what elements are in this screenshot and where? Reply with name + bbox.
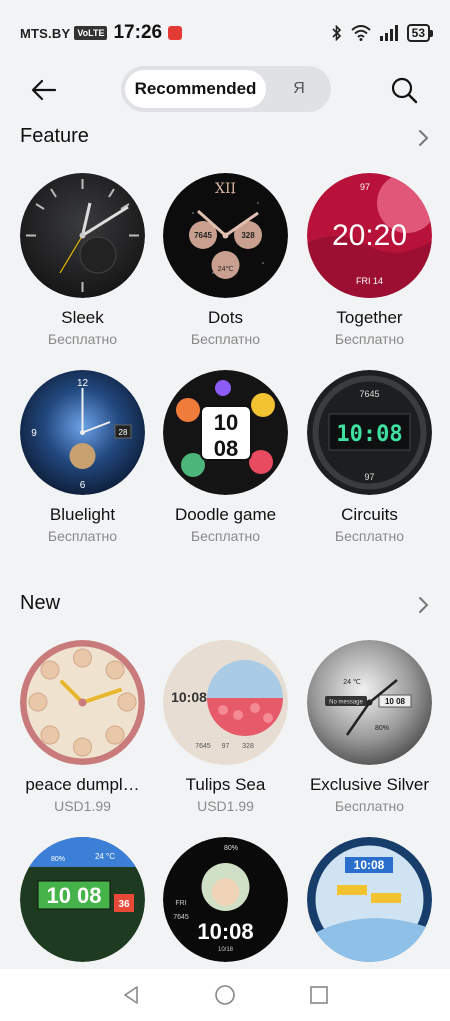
row4b-time: 10:08 (197, 919, 253, 944)
watchface-preview (20, 173, 145, 298)
section-title-new: New (20, 592, 61, 614)
volte-badge: VoLTE (74, 26, 108, 40)
watchface-preview: 10 08 (163, 370, 288, 495)
watchface-name: Sleek (61, 308, 104, 327)
watchface-name: Together (336, 308, 403, 327)
tulips-heart-rate: 97 (222, 743, 230, 750)
svg-text:9: 9 (31, 428, 37, 439)
watchface-card-row4-travel[interactable]: 10:08 (307, 837, 432, 962)
watchface-card-dots[interactable]: XII 7645 328 24℃ Dots Бесплатно (163, 173, 288, 347)
watchface-name: Exclusive Silver (309, 775, 430, 794)
watchface-preview: 80% FRI 7645 10:08 10/18 (163, 837, 288, 962)
doodle-hour: 10 (214, 410, 238, 435)
row4a-time: 10 08 (46, 883, 101, 908)
watchface-card-row4-cat[interactable]: 80% FRI 7645 10:08 10/18 (163, 837, 288, 962)
watchface-preview: XII 7645 328 24℃ (163, 173, 288, 298)
tulips-time: 10:08 (171, 689, 207, 705)
row4a-temp: 24 °C (95, 852, 115, 861)
row4c-time: 10:08 (354, 858, 385, 872)
row4a-battery: 80% (51, 856, 65, 863)
watchface-card-bluelight[interactable]: 12 9 6 28 Bluelight Бесплатно (20, 370, 145, 544)
dots-steps: 7645 (194, 231, 212, 240)
watchface-card-exclusive-silver[interactable]: No message 10 08 24 ℃ 80% Exclusive Silv… (307, 640, 432, 814)
tulips-calories: 328 (242, 743, 254, 750)
watchface-price: Бесплатно (334, 528, 405, 544)
bluelight-date: 28 (119, 428, 128, 437)
silver-battery: 80% (375, 725, 389, 732)
watchface-card-tulips-sea[interactable]: 10:08 7645 97 328 Tulips Sea USD1.99 (163, 640, 288, 814)
watchface-name: Circuits (341, 505, 398, 524)
feature-more-chevron-icon[interactable] (416, 128, 430, 148)
row4b-battery: 80% (224, 845, 238, 852)
watchface-preview: 7645 10:08 97 (307, 370, 432, 495)
watchface-price: USD1.99 (197, 798, 254, 814)
row4a-date: 36 (118, 899, 130, 910)
app-notification-icon (168, 26, 183, 40)
tab-recommended[interactable]: Recommended (125, 70, 266, 108)
svg-text:12: 12 (77, 378, 89, 389)
back-arrow-icon[interactable] (28, 74, 60, 106)
tab-switcher: Recommended Я (121, 66, 331, 112)
watchface-price: Бесплатно (334, 331, 405, 347)
watchface-price: Бесплатно (47, 331, 118, 347)
watchface-name: Doodle game (174, 505, 277, 524)
clock: 17:26 (113, 22, 163, 43)
bluetooth-icon (332, 25, 341, 41)
row4b-steps: 7645 (173, 914, 189, 921)
nav-back-icon[interactable] (119, 983, 143, 1007)
watchface-price: Бесплатно (334, 798, 405, 814)
system-navigation-bar (0, 969, 450, 1021)
doodle-minute: 08 (214, 436, 238, 461)
row4b-date: 10/18 (218, 947, 234, 953)
watchface-price: Бесплатно (47, 528, 118, 544)
watchface-price: Бесплатно (190, 528, 261, 544)
watchface-price: USD1.99 (54, 798, 111, 814)
circuits-time: 10:08 (336, 422, 402, 447)
circuits-steps: 7645 (359, 389, 379, 399)
watchface-preview (20, 640, 145, 765)
watchface-name: Dots (208, 308, 243, 327)
nav-home-icon[interactable] (213, 983, 237, 1007)
carrier-label: MTS.BY (20, 25, 71, 41)
watchface-preview: 12 9 6 28 (20, 370, 145, 495)
header: Recommended Я (0, 66, 450, 112)
circuits-heart-rate: 97 (364, 472, 374, 482)
watchface-preview: No message 10 08 24 ℃ 80% (307, 640, 432, 765)
tulips-steps: 7645 (195, 743, 211, 750)
wifi-icon (350, 25, 371, 41)
new-more-chevron-icon[interactable] (416, 595, 430, 615)
dots-value: 328 (241, 231, 255, 240)
watchface-price: Бесплатно (190, 331, 261, 347)
watchface-card-circuits[interactable]: 7645 10:08 97 Circuits Бесплатно (307, 370, 432, 544)
silver-message: No message (329, 700, 363, 706)
watchface-card-peace-dumpling[interactable]: peace dumpl… USD1.99 (20, 640, 145, 814)
watchface-card-doodle-game[interactable]: 10 08 Doodle game Бесплатно (163, 370, 288, 544)
status-bar: MTS.BY VoLTE 17:26 53 (0, 0, 450, 66)
nav-recents-icon[interactable] (307, 983, 331, 1007)
battery-indicator: 53 (406, 24, 434, 42)
signal-icon (379, 25, 398, 41)
svg-text:6: 6 (80, 480, 86, 491)
watchface-card-row4-green[interactable]: 80% 24 °C 10 08 36 (20, 837, 145, 962)
search-icon[interactable] (388, 74, 420, 106)
svg-text:XII: XII (215, 181, 236, 197)
watchface-preview: 80% 24 °C 10 08 36 (20, 837, 145, 962)
together-time: 20:20 (332, 219, 407, 252)
row4b-day: FRI (175, 900, 186, 907)
watchface-card-sleek[interactable]: Sleek Бесплатно (20, 173, 145, 347)
together-heart-rate: 97 (360, 182, 370, 192)
watchface-name: peace dumpl… (25, 775, 140, 794)
watchface-preview: 97 20:20 FRI 14 (307, 173, 432, 298)
together-date: FRI 14 (356, 276, 383, 286)
section-title-feature: Feature (20, 125, 89, 147)
dots-temp: 24℃ (218, 266, 234, 273)
tab-mine[interactable]: Я (271, 70, 327, 108)
watchface-preview: 10:08 7645 97 328 (163, 640, 288, 765)
watchface-card-together[interactable]: 97 20:20 FRI 14 Together Бесплатно (307, 173, 432, 347)
watchface-preview: 10:08 (307, 837, 432, 962)
watchface-name: Tulips Sea (185, 775, 266, 794)
silver-temp: 24 ℃ (343, 679, 361, 686)
watchface-name: Bluelight (49, 505, 116, 524)
silver-time: 10 08 (385, 697, 406, 706)
